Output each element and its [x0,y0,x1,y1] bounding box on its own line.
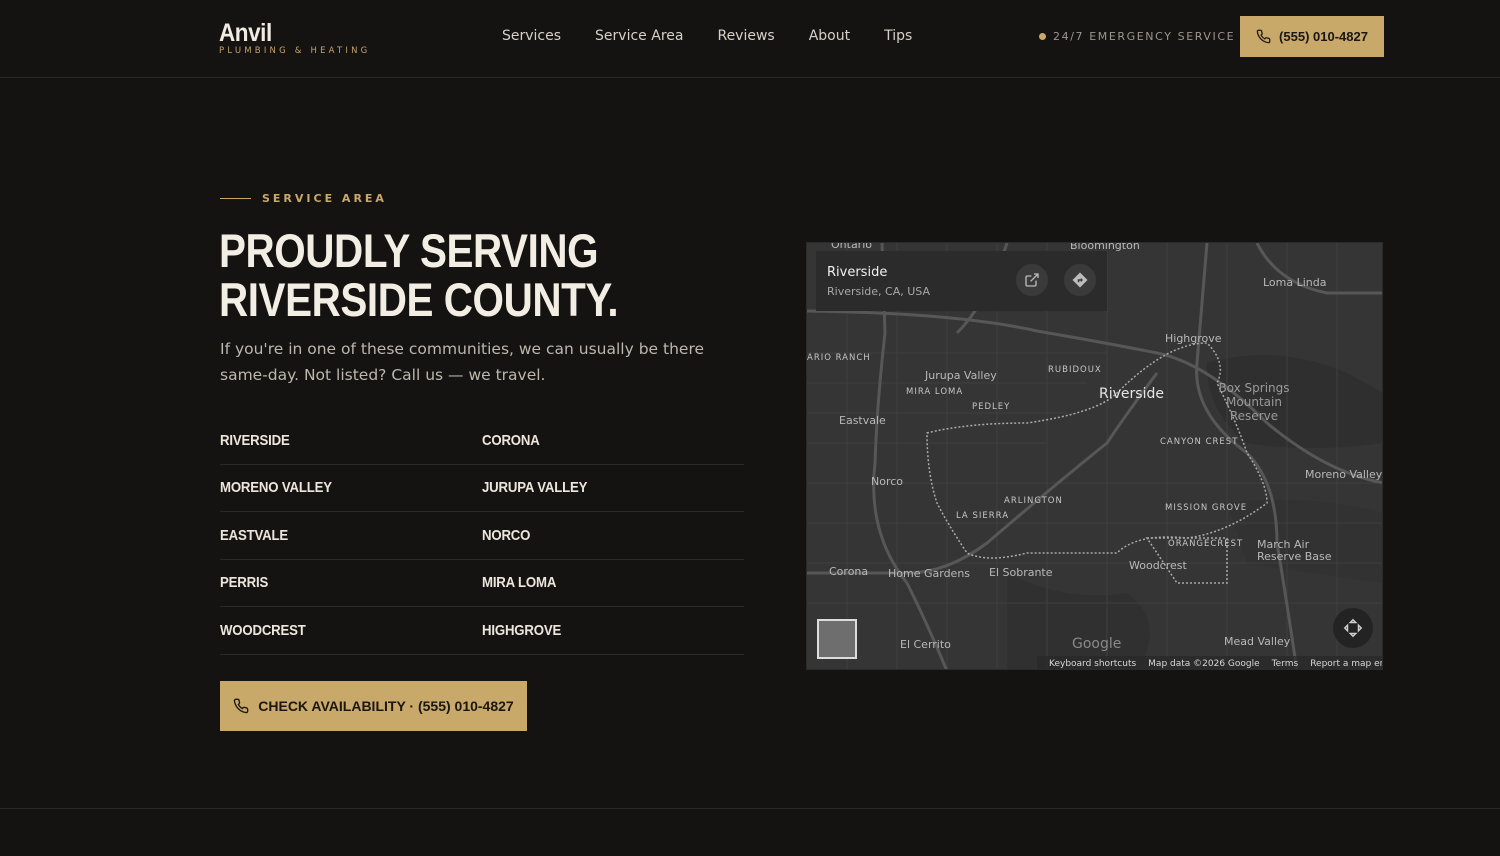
section-divider [0,808,1500,809]
list-row: MORENO VALLEY JURUPA VALLEY [220,465,744,512]
map-label-pedley: PEDLEY [972,402,1011,412]
main-nav: Services Service Area Reviews About Tips [502,28,946,44]
headline-line-2: RIVERSIDE COUNTY. [219,273,619,326]
section-headline: PROUDLY SERVING RIVERSIDE COUNTY. [219,226,701,324]
place-subtitle: Riverside, CA, USA [827,285,930,298]
nav-about[interactable]: About [809,28,850,44]
header-phone-button[interactable]: (555) 010-4827 [1240,16,1384,57]
section-intro: If you're in one of these communities, w… [220,340,705,384]
area-item: PERRIS [220,574,269,592]
report-error-link[interactable]: Report a map error [1310,659,1382,669]
site-header: Anvil PLUMBING & HEATING Services Servic… [0,0,1500,78]
nav-services[interactable]: Services [502,28,561,44]
map-label-el-sobrante: El Sobrante [989,566,1053,579]
place-title: Riverside [827,265,888,280]
map-label-woodcrest: Woodcrest [1129,559,1187,572]
status-dot-icon [1039,33,1046,40]
eyebrow-text: SERVICE AREA [262,192,387,205]
map-attribution: Keyboard shortcuts Map data ©2026 Google… [1037,656,1382,669]
embedded-map[interactable]: Ontario Bloomington Loma Linda Highgrove… [806,242,1383,670]
area-item: EASTVALE [220,526,289,544]
area-item: MIRA LOMA [482,574,557,592]
nav-reviews[interactable]: Reviews [717,28,774,44]
service-area-list: RIVERSIDE CORONA MORENO VALLEY JURUPA VA… [220,417,744,655]
logo-tagline: PLUMBING & HEATING [219,46,371,56]
map-label-riverside: Riverside [1099,386,1164,402]
area-item: NORCO [482,526,531,544]
nav-service-area[interactable]: Service Area [595,28,683,44]
headline-line-1: PROUDLY SERVING [219,224,599,277]
list-row: EASTVALE NORCO [220,512,744,560]
map-label-orangecrest: ORANGECREST [1168,539,1244,549]
map-label-corona: Corona [829,565,869,578]
map-label-eastvale: Eastvale [839,414,886,427]
map-label-mission-grove: MISSION GROVE [1165,503,1248,513]
map-label-jurupa-valley: Jurupa Valley [925,369,997,382]
map-label-el-cerrito: El Cerrito [900,638,951,651]
section-eyebrow: SERVICE AREA [220,192,387,205]
satellite-toggle-button[interactable] [817,619,857,659]
map-label-mira-loma: MIRA LOMA [906,387,964,397]
area-item: MORENO VALLEY [220,479,332,497]
map-data-text: Map data ©2026 Google [1148,658,1260,669]
map-label-canyon-crest: CANYON CREST [1160,437,1239,447]
map-label-ario-ranch: ARIO RANCH [807,353,871,363]
area-item: JURUPA VALLEY [482,479,588,497]
map-label-march-air: March Air Reserve Base [1257,538,1332,563]
map-label-box-springs: Box Springs Mountain Reserve [1218,381,1290,423]
map-label-moreno-valley: Moreno Valley [1305,468,1383,481]
phone-icon [1256,29,1271,44]
terms-link[interactable]: Terms [1272,659,1299,669]
map-label-rubidoux: RUBIDOUX [1048,365,1102,375]
cta-label: CHECK AVAILABILITY · (555) 010-4827 [258,698,514,714]
phone-icon [234,698,249,714]
map-label-highgrove: Highgrove [1165,332,1222,345]
open-in-maps-icon[interactable] [1016,264,1048,296]
logo[interactable]: Anvil PLUMBING & HEATING [219,20,370,56]
area-item: WOODCREST [220,621,306,639]
area-item: RIVERSIDE [220,431,290,449]
emergency-text: 24/7 EMERGENCY SERVICE [1053,30,1236,43]
map-label-norco: Norco [871,475,904,488]
google-logo: Google [1072,636,1122,652]
keyboard-shortcuts-link[interactable]: Keyboard shortcuts [1049,659,1136,669]
list-row: PERRIS MIRA LOMA [220,560,744,607]
check-availability-button[interactable]: CHECK AVAILABILITY · (555) 010-4827 [220,681,527,731]
map-label-arlington: ARLINGTON [1004,496,1063,506]
fullscreen-icon[interactable] [1333,608,1373,648]
list-row: WOODCREST HIGHGROVE [220,607,744,655]
emergency-badge: 24/7 EMERGENCY SERVICE [1039,30,1235,43]
map-label-mead-valley: Mead Valley [1224,635,1291,648]
logo-name: Anvil [219,19,272,47]
list-row: RIVERSIDE CORONA [220,417,744,465]
nav-tips[interactable]: Tips [884,28,912,44]
area-item: HIGHGROVE [482,621,562,639]
area-item: CORONA [482,431,540,449]
eyebrow-line [220,198,251,199]
map-label-loma-linda: Loma Linda [1263,276,1327,289]
directions-icon[interactable] [1064,264,1096,296]
map-label-home-gardens: Home Gardens [888,567,971,580]
map-label-ontario: Ontario [831,242,872,251]
header-phone-number: (555) 010-4827 [1279,29,1368,44]
map-label-la-sierra: LA SIERRA [956,511,1010,521]
map-place-card: Riverside Riverside, CA, USA [816,251,1107,311]
